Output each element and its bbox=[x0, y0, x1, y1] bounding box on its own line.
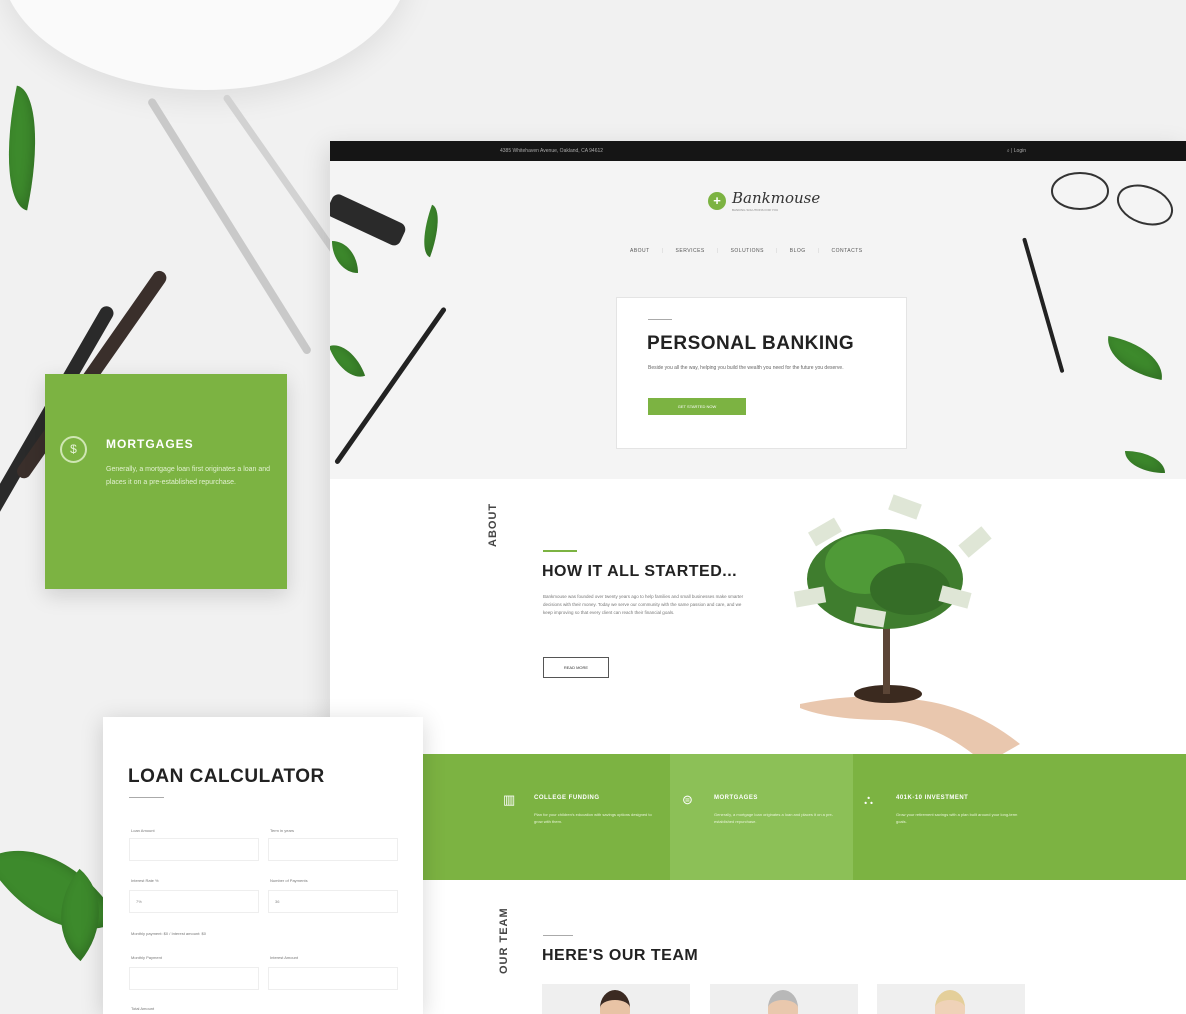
nav-separator: | bbox=[775, 248, 778, 254]
nav-separator: | bbox=[817, 248, 820, 254]
decor-leaf bbox=[0, 816, 120, 964]
monthly-payment-label: Monthly Payment bbox=[131, 955, 162, 960]
avatar bbox=[600, 990, 630, 1014]
loan-calculator-card: LOAN CALCULATOR Loan Amount Term in year… bbox=[103, 717, 423, 1014]
feature-college-funding[interactable]: ▥ COLLEGE FUNDING Plan for your children… bbox=[423, 754, 670, 880]
main-nav: ABOUT | SERVICES | SOLUTIONS | BLOG | CO… bbox=[630, 248, 863, 254]
monthly-payment-field[interactable] bbox=[129, 967, 259, 990]
nav-separator: | bbox=[716, 248, 719, 254]
term-label: Term in years bbox=[270, 828, 295, 833]
decor-pen bbox=[330, 192, 408, 248]
top-bar: 4385 Whitehaven Avenue, Oakland, CA 9461… bbox=[330, 141, 1186, 161]
brand-logo[interactable]: + Bankmouse BANKING SOLUTIONS FOR YOU bbox=[708, 189, 820, 212]
brand-name: Bankmouse bbox=[732, 189, 821, 207]
address-text: 4385 Whitehaven Avenue, Oakland, CA 9461… bbox=[500, 148, 604, 154]
avatar bbox=[935, 990, 965, 1014]
read-more-button[interactable]: READ MORE bbox=[543, 657, 609, 678]
hero-title: PERSONAL BANKING bbox=[647, 333, 855, 354]
decor-plate bbox=[0, 0, 410, 90]
team-title: HERE'S OUR TEAM bbox=[542, 947, 699, 964]
feature-title: MORTGAGES bbox=[714, 795, 758, 801]
payments-label: Number of Payments bbox=[270, 878, 308, 883]
dollar-icon: ⊜ bbox=[682, 792, 693, 807]
kicker-line bbox=[543, 550, 577, 552]
nav-item-services[interactable]: SERVICES bbox=[676, 248, 705, 254]
website-mockup: 4385 Whitehaven Avenue, Oakland, CA 9461… bbox=[330, 141, 1186, 1014]
kicker-line bbox=[543, 935, 573, 936]
payments-field[interactable] bbox=[268, 890, 398, 913]
nav-item-blog[interactable]: BLOG bbox=[790, 248, 806, 254]
get-started-button[interactable]: GET STARTED NOW bbox=[648, 398, 746, 415]
bar-chart-icon: ▥ bbox=[503, 792, 516, 807]
hero-section: + Bankmouse BANKING SOLUTIONS FOR YOU AB… bbox=[330, 161, 1186, 479]
team-member-card[interactable] bbox=[710, 984, 858, 1014]
term-field[interactable] bbox=[268, 838, 398, 861]
loan-title: LOAN CALCULATOR bbox=[128, 766, 325, 787]
team-member-card[interactable] bbox=[877, 984, 1025, 1014]
feature-mortgages[interactable]: ⊜ MORTGAGES Generally, a mortgage loan o… bbox=[670, 754, 853, 880]
nav-item-contacts[interactable]: CONTACTS bbox=[832, 248, 863, 254]
money-tree-image bbox=[793, 494, 1020, 764]
loan-amount-field[interactable] bbox=[129, 838, 259, 861]
total-amount-label: Total Amount bbox=[131, 1006, 155, 1011]
feature-text: Grow your retirement savings with a plan… bbox=[896, 812, 1018, 824]
decor-leaf bbox=[332, 241, 358, 273]
decor-leaf bbox=[0, 85, 53, 211]
decor-pencil bbox=[146, 96, 313, 356]
feature-investment[interactable]: ⛬ 401K-10 INVESTMENT Grow your retiremen… bbox=[853, 754, 1186, 880]
kicker-line bbox=[648, 319, 672, 320]
logo-plus-icon: + bbox=[708, 191, 726, 210]
decor-leaf bbox=[1102, 336, 1168, 380]
hero-card: PERSONAL BANKING Beside you all the way,… bbox=[616, 297, 907, 449]
loan-amount-label: Loan Amount bbox=[131, 828, 155, 833]
decor-pen bbox=[1022, 237, 1065, 374]
decor-pen bbox=[333, 306, 448, 465]
feature-title: COLLEGE FUNDING bbox=[534, 795, 600, 801]
interest-rate-label: Interest Rate % bbox=[131, 878, 159, 883]
kicker-line bbox=[129, 797, 164, 798]
promo-text: Generally, a mortgage loan first origina… bbox=[106, 466, 271, 486]
decor-leaf bbox=[414, 204, 448, 258]
team-section: OUR TEAM HERE'S OUR TEAM bbox=[330, 880, 1186, 1014]
login-link[interactable]: ⌕ | Login bbox=[1007, 148, 1026, 154]
decor-leaf bbox=[330, 338, 366, 384]
decor-leaf bbox=[1125, 451, 1165, 473]
about-section: ABOUT HOW IT ALL STARTED... Bankmouse wa… bbox=[330, 479, 1186, 764]
feature-text: Generally, a mortgage loan originates a … bbox=[714, 812, 834, 824]
hero-text: Beside you all the way, helping you buil… bbox=[648, 365, 844, 371]
nav-item-about[interactable]: ABOUT bbox=[630, 248, 650, 254]
features-band: ▥ COLLEGE FUNDING Plan for your children… bbox=[423, 754, 1186, 880]
avatar bbox=[768, 990, 798, 1014]
feature-title: 401K-10 INVESTMENT bbox=[896, 795, 969, 801]
team-side-label: OUR TEAM bbox=[498, 907, 510, 974]
loan-note: Monthly payment: $0 / Interest amount: $… bbox=[131, 931, 206, 936]
interest-amount-label: Interest Amount bbox=[270, 955, 299, 960]
feature-text: Plan for your children's education with … bbox=[534, 812, 652, 824]
team-member-card[interactable] bbox=[542, 984, 690, 1014]
network-icon: ⛬ bbox=[864, 792, 874, 807]
about-title: HOW IT ALL STARTED... bbox=[542, 563, 738, 580]
mortgages-promo-card[interactable]: $ MORTGAGES Generally, a mortgage loan f… bbox=[45, 374, 287, 589]
glasses-icon bbox=[1051, 172, 1174, 226]
dollar-icon: $ bbox=[60, 436, 87, 463]
about-text: Bankmouse was founded over twenty years … bbox=[543, 594, 744, 615]
promo-title: MORTGAGES bbox=[106, 437, 194, 451]
interest-rate-field[interactable] bbox=[129, 890, 259, 913]
brand-tagline: BANKING SOLUTIONS FOR YOU bbox=[732, 208, 779, 212]
nav-item-solutions[interactable]: SOLUTIONS bbox=[731, 248, 764, 254]
about-side-label: ABOUT bbox=[487, 502, 499, 547]
nav-separator: | bbox=[661, 248, 664, 254]
interest-amount-field[interactable] bbox=[268, 967, 398, 990]
